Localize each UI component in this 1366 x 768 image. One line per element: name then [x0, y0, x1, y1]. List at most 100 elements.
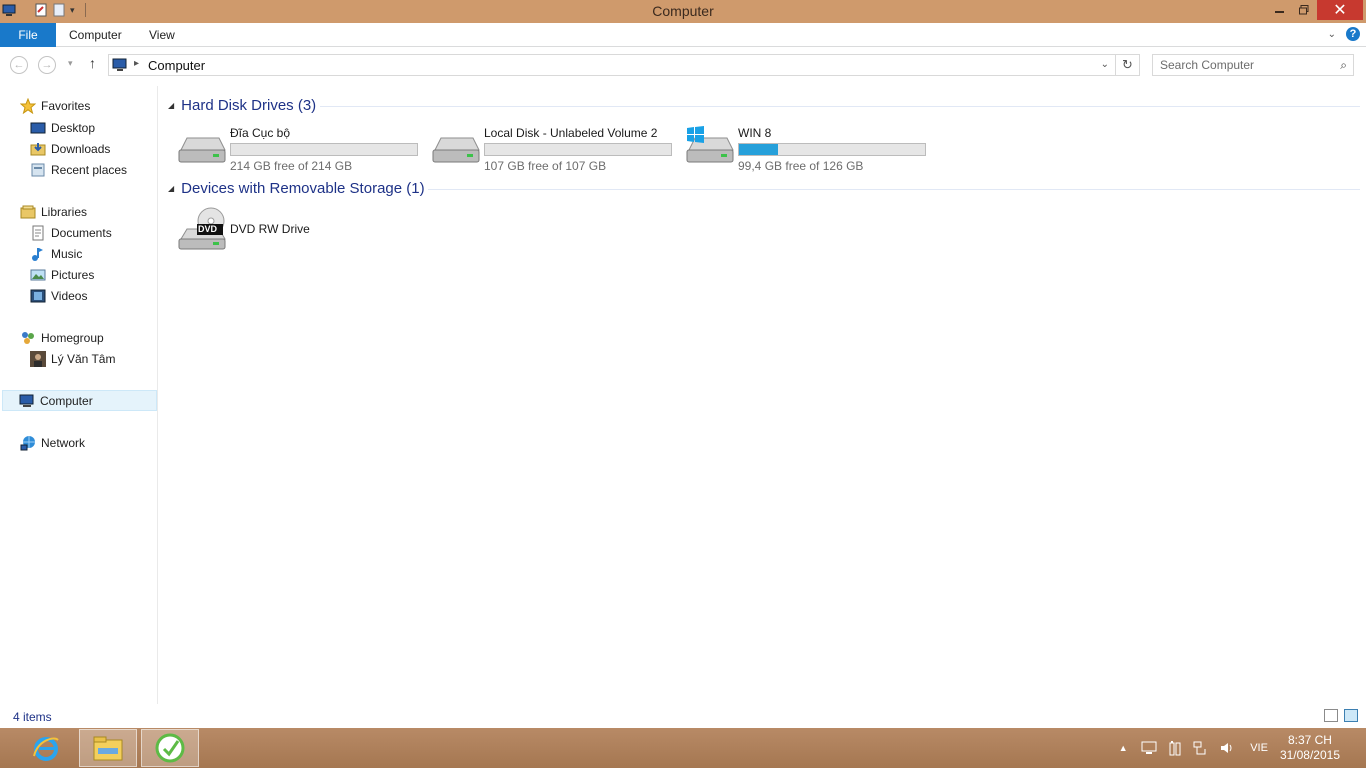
network-status-icon[interactable] — [1193, 740, 1209, 756]
drive-tile[interactable]: DVD DVD RW Drive — [177, 207, 431, 253]
computer-icon — [19, 394, 34, 407]
videos-icon — [30, 289, 46, 302]
ribbon-right: ⌄ ? — [1328, 27, 1360, 41]
tab-view[interactable]: View — [149, 23, 175, 47]
drive-name: Đĩa Cục bộ — [230, 126, 291, 140]
downloads-icon — [30, 142, 46, 155]
group-hard-disk-drives[interactable]: ◢ Hard Disk Drives (3) — [168, 97, 316, 114]
back-button[interactable]: ← — [10, 56, 28, 74]
usage-fill — [739, 144, 779, 155]
up-button[interactable]: ↑ — [89, 55, 96, 71]
dvd-badge: DVD — [198, 224, 218, 234]
address-bar[interactable]: ▸ Computer ⌄ ↻ — [108, 54, 1140, 76]
volume-icon[interactable] — [1219, 740, 1235, 756]
drive-name: WIN 8 — [738, 126, 772, 140]
nav-label: Lý Văn Tâm — [51, 351, 116, 366]
nav-music[interactable]: Music — [30, 243, 82, 264]
drive-usage-bar — [230, 143, 418, 156]
back-arrow-icon: ← — [13, 59, 25, 71]
drive-tile[interactable]: Local Disk - Unlabeled Volume 2 107 GB f… — [431, 124, 685, 173]
nav-recent-places[interactable]: Recent places — [30, 159, 127, 180]
nav-downloads[interactable]: Downloads — [30, 138, 110, 159]
nav-label: Documents — [51, 225, 112, 240]
internet-explorer-icon — [33, 737, 59, 761]
nav-label: Pictures — [51, 267, 95, 282]
search-input[interactable] — [1153, 55, 1323, 75]
drive-free-space: 99,4 GB free of 126 GB — [738, 159, 864, 173]
drive-free-space: 214 GB free of 214 GB — [230, 159, 353, 173]
clock-time: 8:37 CH — [1287, 733, 1332, 747]
nav-desktop[interactable]: Desktop — [30, 117, 95, 138]
show-hidden-icons[interactable]: ▲ — [1115, 740, 1131, 756]
clock[interactable]: 8:37 CH 31/08/2015 — [1280, 733, 1340, 763]
pictures-icon — [30, 269, 46, 280]
window-title: Computer — [652, 3, 714, 19]
nav-documents[interactable]: Documents — [30, 222, 112, 243]
nav-label: Computer — [40, 393, 93, 408]
tab-file[interactable]: File — [0, 23, 56, 47]
nav-label: Desktop — [51, 120, 96, 135]
nav-libraries[interactable]: Libraries — [20, 201, 87, 222]
breadcrumb-chevron-icon[interactable]: ▸ — [134, 58, 139, 69]
nav-label: Recent places — [51, 162, 128, 177]
file-explorer-icon — [93, 736, 123, 761]
drive-free-space: 107 GB free of 107 GB — [484, 159, 607, 173]
details-view-icon[interactable] — [1324, 709, 1338, 722]
minimize-button[interactable] — [1268, 0, 1292, 20]
close-icon: ✕ — [1333, 2, 1347, 19]
collapse-icon[interactable]: ◢ — [168, 184, 174, 193]
nav-computer[interactable]: Computer — [2, 390, 157, 411]
drive-name: Local Disk - Unlabeled Volume 2 — [484, 126, 658, 140]
drive-tile[interactable]: WIN 8 99,4 GB free of 126 GB — [685, 124, 939, 173]
close-button[interactable]: ✕ — [1317, 0, 1363, 20]
hard-drive-icon — [178, 137, 226, 163]
taskbar-internet-explorer[interactable] — [17, 729, 75, 767]
group-removable-storage[interactable]: ◢ Devices with Removable Storage (1) — [168, 180, 425, 197]
collapse-icon[interactable]: ◢ — [168, 101, 174, 110]
drive-usage-bar — [484, 143, 672, 156]
tiles-view-icon[interactable] — [1344, 709, 1358, 722]
input-language[interactable]: VIE — [1250, 742, 1268, 754]
nav-pictures[interactable]: Pictures — [30, 264, 94, 285]
maximize-button[interactable] — [1292, 0, 1316, 20]
refresh-button[interactable]: ↻ — [1115, 55, 1139, 75]
help-icon[interactable]: ? — [1346, 27, 1360, 41]
restore-icon — [1299, 5, 1309, 15]
nav-homegroup[interactable]: Homegroup — [20, 327, 104, 348]
clock-date: 31/08/2015 — [1279, 748, 1340, 762]
drive-usage-bar — [738, 143, 926, 156]
browser-icon — [155, 733, 185, 763]
computer-icon — [112, 58, 127, 71]
music-icon — [32, 247, 43, 261]
recent-locations-icon[interactable]: ▾ — [68, 58, 73, 69]
nav-videos[interactable]: Videos — [30, 285, 87, 306]
taskbar-coc-coc[interactable] — [141, 729, 199, 767]
nav-label: Homegroup — [41, 330, 104, 345]
battery-icon[interactable] — [1167, 740, 1183, 756]
group-title: Devices with Removable Storage (1) — [181, 180, 425, 197]
address-dropdown-icon[interactable]: ⌄ — [1101, 59, 1109, 70]
nav-label: Network — [41, 435, 86, 450]
title-bar: ▾ Computer ✕ — [0, 0, 1366, 23]
taskbar-file-explorer[interactable] — [79, 729, 137, 767]
content-view: ◢ Hard Disk Drives (3) Đĩa Cục bộ 214 GB… — [160, 86, 1366, 704]
expand-ribbon-icon[interactable]: ⌄ — [1328, 29, 1336, 40]
forward-button[interactable]: → — [38, 56, 56, 74]
nav-label: Favorites — [41, 98, 91, 113]
nav-favorites[interactable]: Favorites — [20, 95, 90, 116]
nav-homegroup-user[interactable]: Lý Văn Tâm — [30, 348, 115, 369]
view-toggles — [1324, 709, 1358, 722]
drive-tile[interactable]: Đĩa Cục bộ 214 GB free of 214 GB — [177, 124, 431, 173]
system-tray: ▲ VIE 8:37 CH 31/08/2015 — [1110, 728, 1366, 768]
group-title: Hard Disk Drives (3) — [181, 97, 317, 114]
taskbar: ▲ VIE 8:37 CH 31/08/2015 — [0, 728, 1366, 768]
nav-label: Music — [51, 246, 83, 261]
search-icon[interactable]: ⌕ — [1340, 58, 1347, 73]
recent-places-icon — [31, 163, 45, 176]
nav-network[interactable]: Network — [20, 432, 85, 453]
ribbon: File Computer View ⌄ ? — [0, 23, 1366, 47]
breadcrumb[interactable]: Computer — [148, 58, 205, 73]
display-icon[interactable] — [1141, 740, 1157, 756]
tab-computer[interactable]: Computer — [69, 23, 122, 47]
minimize-icon — [1275, 11, 1284, 13]
